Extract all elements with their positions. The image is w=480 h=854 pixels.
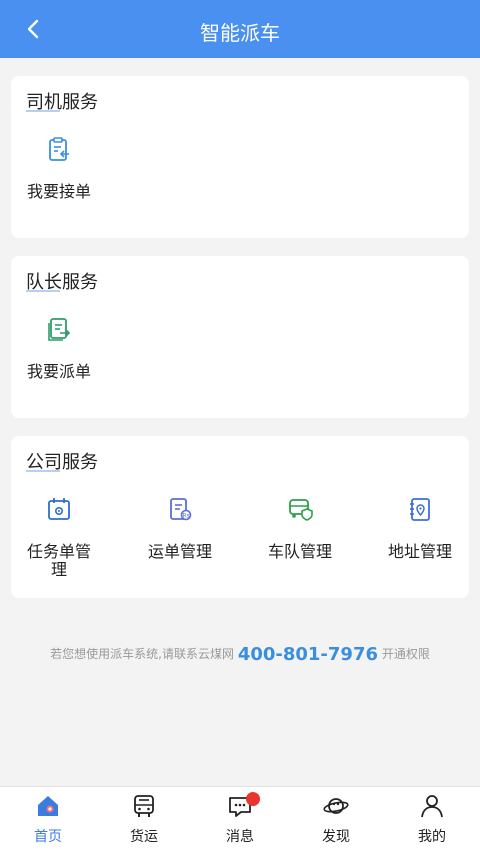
tab-home[interactable]: 首页 <box>0 787 96 854</box>
clipboard-receive-icon <box>49 137 69 161</box>
bottom-tab-bar: 首页 货运 消息 发现 我的 <box>0 786 480 854</box>
planet-icon <box>323 798 349 814</box>
task-order-label-line2: 理 <box>50 560 67 579</box>
calendar-gear-icon <box>48 498 70 520</box>
tab-freight[interactable]: 货运 <box>96 787 192 854</box>
driver-services-card: 司机服务 我要接单 <box>11 76 469 238</box>
page-title: 智能派车 <box>200 21 280 45</box>
tab-messages[interactable]: 消息 <box>192 787 288 854</box>
tab-home-label: 首页 <box>34 829 62 845</box>
section-title-wrap: 司机服务 <box>26 88 98 114</box>
top-bar: 智能派车 <box>0 0 480 58</box>
tab-mine-label: 我的 <box>418 829 446 845</box>
waybill-management-label: 运单管理 <box>147 542 212 561</box>
user-icon <box>421 795 443 818</box>
title-underline <box>26 470 60 472</box>
notice-prefix: 若您想使用派车系统,请联系云煤网 <box>50 647 234 661</box>
fleet-management-button[interactable]: 车队管理 <box>250 496 350 561</box>
tab-messages-label: 消息 <box>226 829 254 845</box>
task-order-management-button[interactable]: 任务单管 理 <box>9 496 109 579</box>
bus-icon <box>134 795 154 817</box>
dispatch-order-button[interactable]: 我要派单 <box>9 316 109 381</box>
waybill-icon: Rs <box>170 498 192 521</box>
document-dispatch-icon <box>48 318 71 341</box>
captain-services-card: 队长服务 我要派单 <box>11 256 469 418</box>
accept-order-button[interactable]: 我要接单 <box>9 136 109 201</box>
company-services-card: 公司服务 任务单管 理 Rs 运单管理 车队管理 地址管理 <box>11 436 469 598</box>
home-icon <box>38 796 58 816</box>
tab-discover-label: 发现 <box>322 829 350 845</box>
svg-text:Rs: Rs <box>182 513 189 520</box>
address-management-button[interactable]: 地址管理 <box>370 496 470 561</box>
task-order-label: 任务单管 <box>26 542 91 561</box>
truck-shield-icon <box>289 499 313 521</box>
title-underline <box>26 110 60 112</box>
tab-freight-label: 货运 <box>130 829 158 845</box>
tab-mine[interactable]: 我的 <box>384 787 480 854</box>
accept-order-label: 我要接单 <box>26 182 91 201</box>
section-title-wrap: 队长服务 <box>26 268 98 294</box>
dispatch-order-label: 我要派单 <box>26 362 91 381</box>
unread-badge <box>246 792 260 806</box>
phone-number-link[interactable]: 400-801-7976 <box>238 644 378 665</box>
address-book-icon <box>410 498 430 521</box>
notice-suffix: 开通权限 <box>381 647 430 661</box>
fleet-management-label: 车队管理 <box>267 542 332 561</box>
waybill-management-button[interactable]: Rs 运单管理 <box>130 496 230 561</box>
task-order-label-wrap: 任务单管 理 <box>9 543 109 579</box>
section-title-wrap: 公司服务 <box>26 448 98 474</box>
contact-notice: 若您想使用派车系统,请联系云煤网 400-801-7976 开通权限 <box>0 644 480 665</box>
tab-discover[interactable]: 发现 <box>288 787 384 854</box>
address-management-label: 地址管理 <box>387 542 452 561</box>
title-underline <box>26 290 60 292</box>
